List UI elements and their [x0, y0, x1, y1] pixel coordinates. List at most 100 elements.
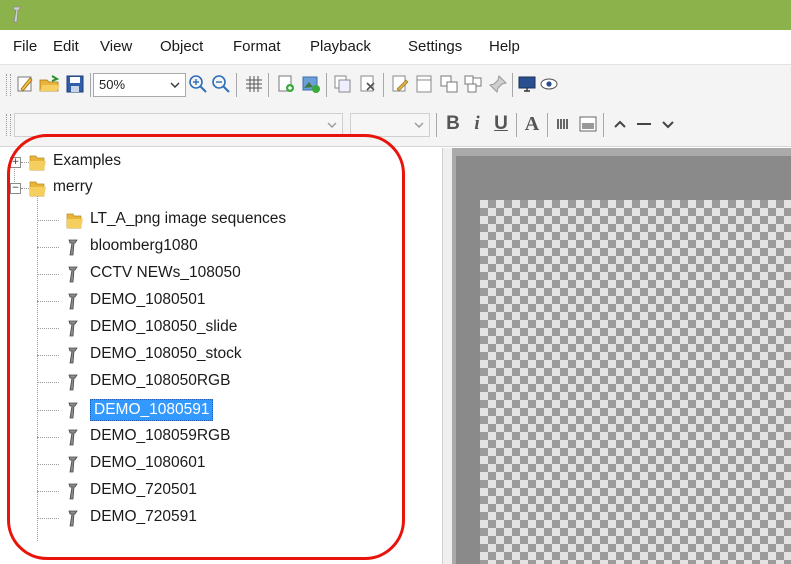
- tree-node-file[interactable]: DEMO_108050_stock: [10, 343, 410, 367]
- zoom-out-icon[interactable]: [210, 73, 232, 95]
- clip-file-icon: [68, 266, 78, 283]
- clip-file-icon: [68, 347, 78, 364]
- toolbar-grip[interactable]: [6, 114, 11, 136]
- tree-node-file-selected[interactable]: DEMO_1080591: [10, 398, 410, 422]
- tree-connector: [37, 220, 59, 221]
- tree-node-file[interactable]: DEMO_108050_slide: [10, 316, 410, 340]
- tree-connector: [21, 188, 29, 189]
- tree-connector: [37, 328, 59, 329]
- copy-icon[interactable]: [332, 73, 354, 95]
- new-icon[interactable]: [14, 73, 36, 95]
- grid-icon[interactable]: [243, 73, 265, 95]
- tree-node-label: DEMO_108050RGB: [90, 372, 231, 389]
- expand-icon[interactable]: +: [10, 157, 21, 168]
- tree-node-merry[interactable]: − merry: [10, 176, 410, 200]
- text-box-icon[interactable]: [577, 113, 599, 135]
- menu-object[interactable]: Object: [160, 38, 203, 55]
- separator: [436, 113, 437, 137]
- zoom-in-icon[interactable]: [187, 73, 209, 95]
- tree-node-label: merry: [53, 178, 93, 195]
- underline-button[interactable]: U: [490, 113, 512, 135]
- tree-connector: [37, 437, 59, 438]
- font-color-button[interactable]: A: [521, 113, 543, 135]
- menu-view[interactable]: View: [100, 38, 132, 55]
- open-icon[interactable]: [39, 73, 61, 95]
- tree-node-file[interactable]: DEMO_720591: [10, 506, 410, 530]
- tree-connector: [37, 301, 59, 302]
- page-icon[interactable]: [413, 73, 435, 95]
- tree-node-label: LT_A_png image sequences: [90, 210, 287, 227]
- chevron-down-icon[interactable]: [657, 113, 679, 135]
- tree-node-label: DEMO_1080591: [90, 399, 214, 421]
- collapse-icon[interactable]: −: [10, 183, 21, 194]
- tree-node-file[interactable]: bloomberg1080: [10, 235, 410, 259]
- edit-icon[interactable]: [389, 73, 411, 95]
- tree-node-file[interactable]: CCTV NEWs_108050: [10, 262, 410, 286]
- zoom-value: 50%: [99, 77, 126, 92]
- app-icon: [12, 6, 22, 23]
- chevron-down-icon: [414, 122, 424, 128]
- dash-icon[interactable]: [633, 113, 655, 135]
- clip-file-icon: [68, 456, 78, 473]
- toolbar-grip[interactable]: [6, 74, 11, 96]
- tree-node-file[interactable]: DEMO_108059RGB: [10, 425, 410, 449]
- tree-connector: [37, 464, 59, 465]
- pin-icon[interactable]: [487, 73, 509, 95]
- clip-file-icon: [68, 293, 78, 310]
- menu-playback[interactable]: Playback: [310, 38, 371, 55]
- font-family-select[interactable]: [14, 113, 343, 137]
- tree-node-folder[interactable]: LT_A_png image sequences: [10, 208, 410, 232]
- tree-node-examples[interactable]: + Examples: [10, 150, 410, 174]
- eye-icon[interactable]: [538, 73, 560, 95]
- clip-file-icon: [68, 239, 78, 256]
- tree-connector: [37, 247, 59, 248]
- clip-file-icon: [68, 510, 78, 527]
- tree-connector: [37, 410, 59, 411]
- menu-format[interactable]: Format: [233, 38, 281, 55]
- text-spacing-icon[interactable]: [553, 113, 575, 135]
- add-image-icon[interactable]: [300, 73, 322, 95]
- bold-button[interactable]: B: [442, 113, 464, 135]
- tree-node-label: DEMO_1080501: [90, 291, 206, 308]
- clip-file-icon: [68, 320, 78, 337]
- folder-icon: [66, 213, 83, 229]
- folder-icon: [29, 181, 46, 197]
- tree-connector: [37, 382, 59, 383]
- tree-node-label: Examples: [53, 152, 122, 169]
- tree-connector: [37, 274, 59, 275]
- font-size-select[interactable]: [350, 113, 430, 137]
- tree-node-label: DEMO_108059RGB: [90, 427, 231, 444]
- tree-node-file[interactable]: DEMO_1080601: [10, 452, 410, 476]
- main-toolbar: 50%: [0, 64, 791, 105]
- tree-node-label: DEMO_108050_slide: [90, 318, 238, 335]
- tree-node-file[interactable]: DEMO_720501: [10, 479, 410, 503]
- clip-file-icon: [68, 374, 78, 391]
- tree-connector: [37, 491, 59, 492]
- save-icon[interactable]: [64, 73, 86, 95]
- group-icon[interactable]: [462, 73, 484, 95]
- zoom-select[interactable]: 50%: [93, 73, 186, 97]
- delete-icon[interactable]: [357, 73, 379, 95]
- clip-file-icon: [68, 402, 78, 419]
- menu-help[interactable]: Help: [489, 38, 520, 55]
- menu-settings[interactable]: Settings: [408, 38, 462, 55]
- separator: [90, 73, 91, 97]
- separator: [512, 73, 513, 97]
- transparent-canvas[interactable]: [480, 200, 791, 564]
- tree-node-file[interactable]: DEMO_108050RGB: [10, 370, 410, 394]
- tree-node-label: DEMO_108050_stock: [90, 345, 242, 362]
- format-toolbar: B i U A: [0, 104, 791, 147]
- separator: [326, 73, 327, 97]
- chevron-up-icon[interactable]: [609, 113, 631, 135]
- tree-node-file[interactable]: DEMO_1080501: [10, 289, 410, 313]
- clone-icon[interactable]: [438, 73, 460, 95]
- italic-button[interactable]: i: [466, 113, 488, 135]
- menu-edit[interactable]: Edit: [53, 38, 79, 55]
- separator: [516, 113, 517, 137]
- add-page-icon[interactable]: [275, 73, 297, 95]
- tree-node-label: DEMO_720591: [90, 508, 197, 525]
- tree-connector: [21, 162, 29, 163]
- menu-file[interactable]: File: [13, 38, 37, 55]
- clip-file-icon: [68, 429, 78, 446]
- monitor-icon[interactable]: [516, 73, 538, 95]
